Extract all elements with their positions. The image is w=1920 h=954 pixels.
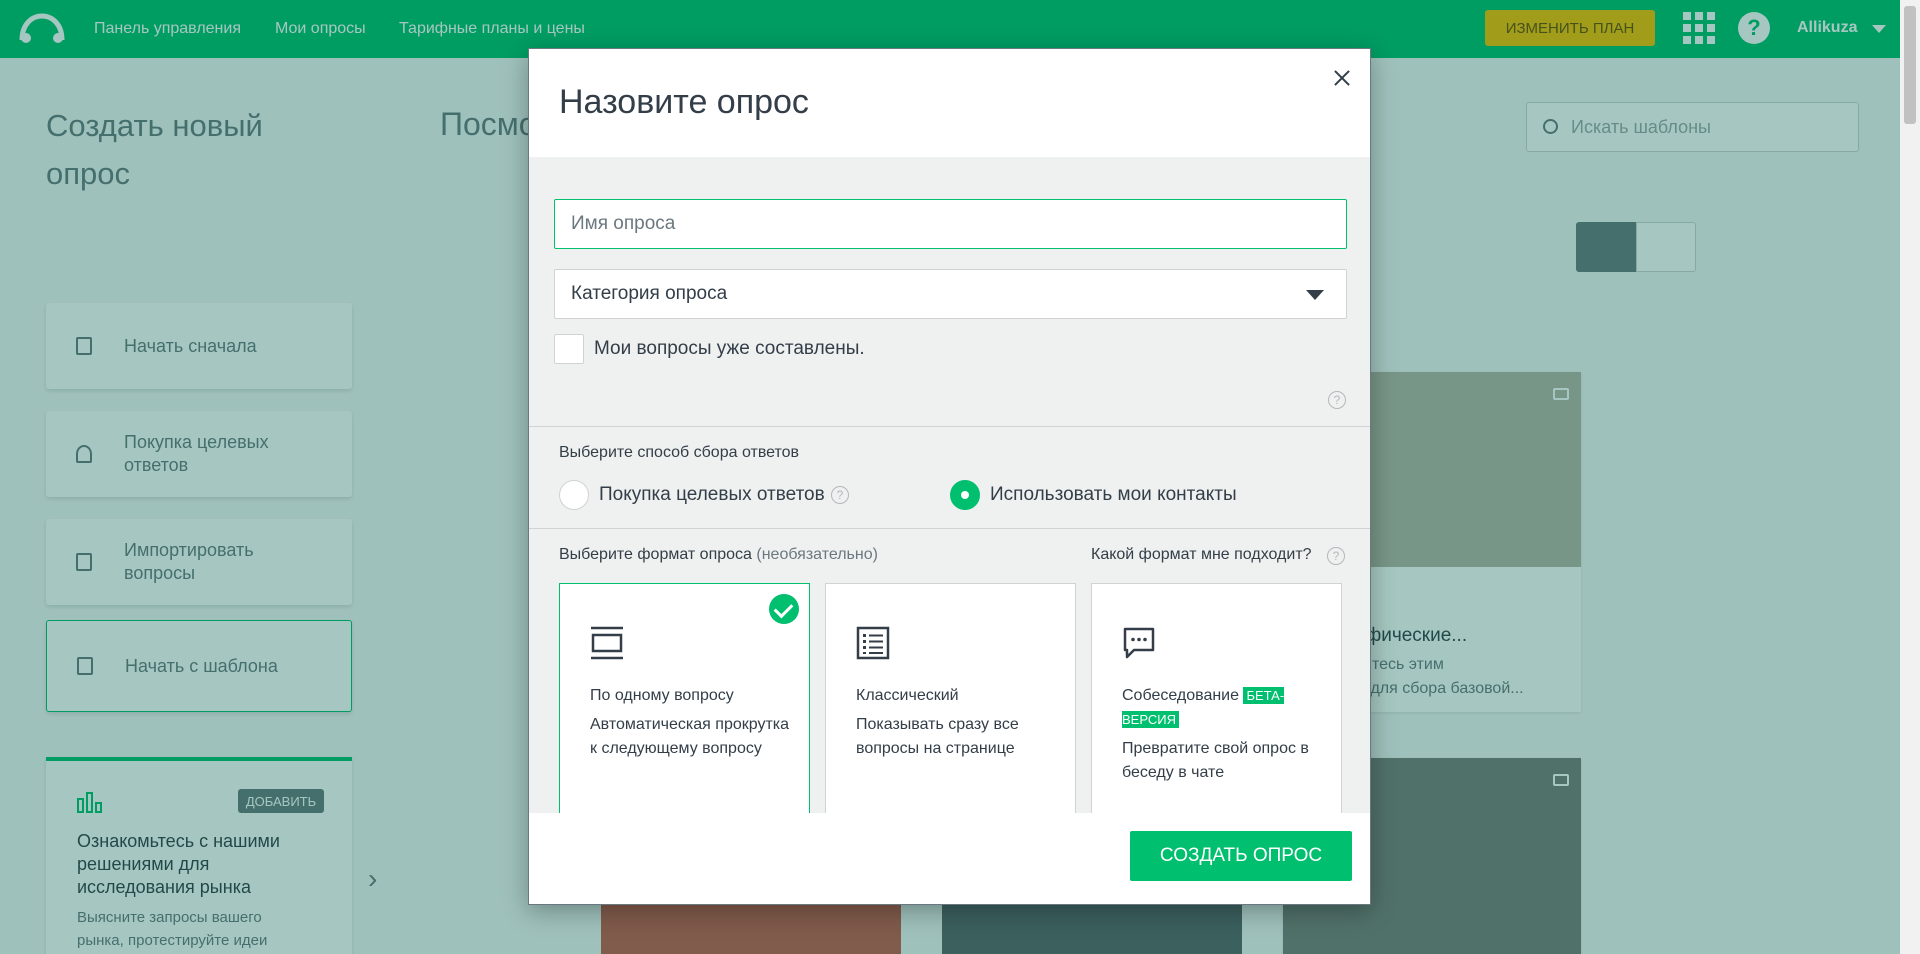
format-card-interview[interactable]: Собеседование БЕТА-ВЕРСИЯ Превратите сво…	[1091, 583, 1342, 817]
format-optional-text: (необязательно)	[756, 546, 878, 563]
format-name-text: Собеседование	[1122, 687, 1240, 704]
page-scrollbar[interactable]	[1900, 0, 1920, 954]
own-questions-label[interactable]: Мои вопросы уже составлены.	[594, 338, 865, 360]
format-desc: Автоматическая прокрутка к следующему во…	[590, 716, 790, 757]
format-label-text: Выберите формат опроса	[559, 546, 752, 563]
radio-label: Покупка целевых ответов	[599, 484, 825, 505]
format-card-one-question[interactable]: По одному вопросу Автоматическая прокрут…	[559, 583, 810, 817]
survey-category-select[interactable]: Категория опроса	[554, 269, 1347, 319]
format-name: По одному вопросу	[590, 687, 734, 704]
own-questions-checkbox[interactable]	[554, 334, 584, 364]
collect-option-buy[interactable]: Покупка целевых ответов	[559, 480, 825, 510]
format-desc: Превратите свой опрос в беседу в чате	[1122, 740, 1309, 781]
collect-option-contacts[interactable]: Использовать мои контакты	[950, 480, 1237, 510]
radio-my-contacts[interactable]	[950, 480, 980, 510]
question-help-icon[interactable]: ?	[1328, 391, 1346, 409]
close-icon[interactable]	[1329, 65, 1357, 93]
checkmark-icon	[769, 594, 799, 624]
radio-buy-responses[interactable]	[559, 480, 589, 510]
modal-body: Категория опроса Мои вопросы уже составл…	[529, 157, 1370, 817]
format-name: Классический	[856, 687, 959, 704]
category-select-label: Категория опроса	[571, 283, 728, 304]
survey-name-input[interactable]	[554, 199, 1347, 249]
divider	[529, 528, 1370, 529]
classic-list-icon	[856, 626, 890, 660]
format-desc: Показывать сразу все вопросы на странице	[856, 716, 1019, 757]
modal-title: Назовите опрос	[559, 83, 809, 121]
divider	[529, 426, 1370, 427]
format-label: Выберите формат опроса (необязательно)	[559, 546, 878, 564]
chat-bubble-icon	[1123, 627, 1155, 659]
own-questions-row: Мои вопросы уже составлены.	[554, 333, 1347, 365]
one-question-icon	[591, 626, 623, 660]
format-help-link[interactable]: Какой формат мне подходит?	[1091, 546, 1312, 564]
collect-method-label: Выберите способ сбора ответов	[559, 444, 800, 461]
modal-footer: СОЗДАТЬ ОПРОС	[529, 813, 1370, 904]
question-help-icon[interactable]: ?	[831, 486, 849, 504]
create-survey-button[interactable]: СОЗДАТЬ ОПРОС	[1130, 831, 1352, 881]
radio-label: Использовать мои контакты	[990, 484, 1237, 505]
format-name: Собеседование БЕТА-ВЕРСИЯ	[1122, 684, 1322, 732]
caret-down-icon	[1306, 290, 1324, 300]
question-help-icon[interactable]: ?	[1327, 547, 1345, 565]
format-card-classic[interactable]: Классический Показывать сразу все вопрос…	[825, 583, 1076, 817]
name-survey-modal: Назовите опрос Категория опроса Мои вопр…	[528, 48, 1371, 905]
